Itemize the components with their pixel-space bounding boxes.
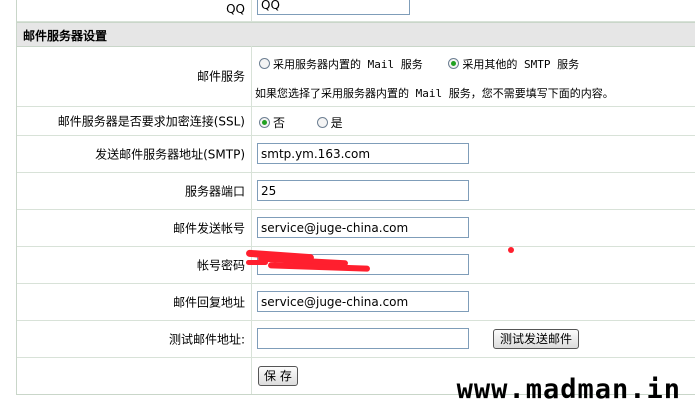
account-label: 邮件发送帐号 — [172, 221, 245, 236]
smtp-service-label: 采用其他的 SMTP 服务 — [462, 58, 580, 71]
account-input[interactable] — [257, 217, 469, 238]
column-divider — [251, 284, 252, 320]
qq-input[interactable] — [257, 0, 410, 15]
test-row: 测试邮件地址: 测试发送邮件 — [17, 321, 695, 358]
section-header: 邮件服务器设置 — [17, 22, 695, 47]
column-divider — [251, 358, 252, 394]
section-title: 邮件服务器设置 — [23, 29, 108, 43]
account-row: 邮件发送帐号 — [17, 210, 695, 247]
column-divider — [251, 210, 252, 246]
qq-row: QQ — [17, 0, 695, 22]
radio-selected-icon — [448, 58, 460, 69]
settings-table: QQ 邮件服务器设置 邮件服务 采用服务器内置的 Mail 服务 采用其他的 S… — [16, 0, 695, 395]
ssl-no-label: 否 — [273, 116, 286, 130]
reply-row: 邮件回复地址 — [17, 284, 695, 321]
ssl-label: 邮件服务器是否要求加密连接(SSL) — [57, 114, 245, 129]
column-divider — [251, 321, 252, 357]
smtp-service-radio[interactable]: 采用其他的 SMTP 服务 — [448, 57, 579, 71]
column-divider — [251, 136, 252, 172]
column-divider — [251, 46, 252, 106]
mail-service-row: 邮件服务 采用服务器内置的 Mail 服务 采用其他的 SMTP 服务 如果您选… — [17, 46, 695, 107]
builtin-mail-label: 采用服务器内置的 Mail 服务 — [273, 58, 423, 71]
smtp-host-label: 发送邮件服务器地址(SMTP) — [95, 147, 245, 162]
watermark: www.madman.in — [456, 374, 681, 405]
test-label: 测试邮件地址: — [168, 332, 245, 347]
qq-label: QQ — [226, 2, 245, 16]
ssl-row: 邮件服务器是否要求加密连接(SSL) 否 是 — [17, 107, 695, 136]
column-divider — [251, 0, 252, 21]
ssl-no-radio[interactable]: 否 — [259, 116, 285, 130]
test-email-input[interactable] — [257, 328, 469, 349]
port-row: 服务器端口 — [17, 173, 695, 210]
mail-service-hint: 如果您选择了采用服务器内置的 Mail 服务，您不需要填写下面的内容。 — [255, 87, 614, 100]
reply-label: 邮件回复地址 — [172, 295, 245, 310]
radio-icon — [259, 58, 270, 69]
builtin-mail-radio[interactable]: 采用服务器内置的 Mail 服务 — [259, 57, 423, 71]
smtp-host-input[interactable] — [257, 143, 469, 164]
mail-service-label: 邮件服务 — [196, 69, 245, 84]
radio-selected-icon — [259, 117, 270, 128]
password-label: 帐号密码 — [196, 258, 245, 273]
column-divider — [251, 107, 252, 135]
save-button[interactable]: 保 存 — [258, 366, 298, 386]
port-input[interactable] — [257, 180, 469, 201]
column-divider — [251, 173, 252, 209]
ssl-yes-label: 是 — [330, 116, 343, 130]
radio-icon — [316, 117, 328, 128]
ssl-yes-radio[interactable]: 是 — [316, 116, 343, 130]
port-label: 服务器端口 — [184, 184, 245, 199]
smtp-host-row: 发送邮件服务器地址(SMTP) — [17, 136, 695, 173]
send-test-email-button[interactable]: 测试发送邮件 — [493, 329, 580, 349]
reply-input[interactable] — [257, 291, 469, 312]
